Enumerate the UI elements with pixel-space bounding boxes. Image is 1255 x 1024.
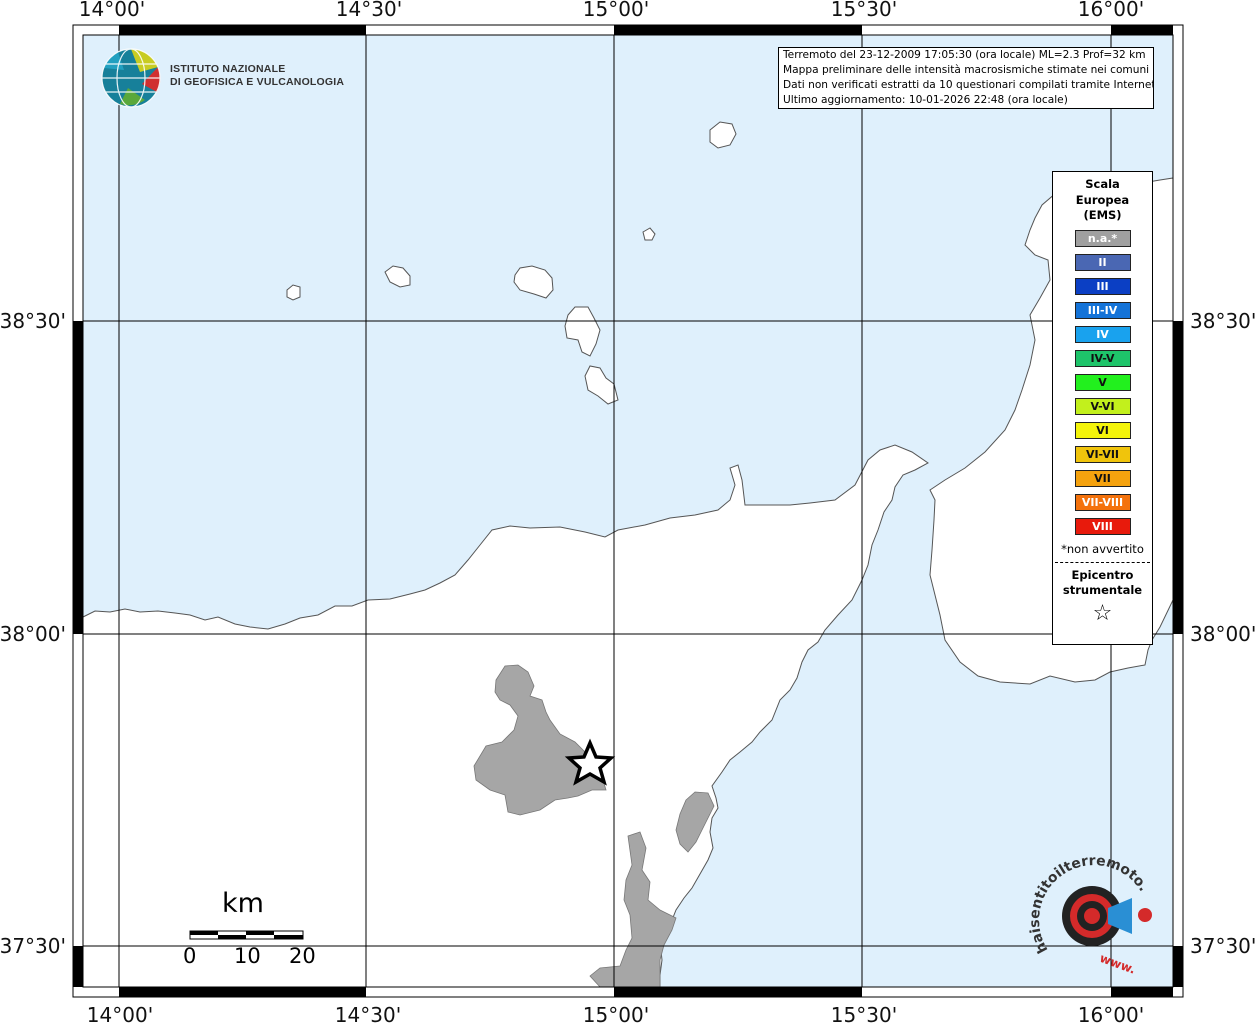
legend-swatch: V bbox=[1074, 373, 1131, 391]
ingv-globe-icon bbox=[101, 48, 161, 108]
scalebar-unit: km bbox=[222, 888, 264, 919]
scalebar-label-20: 20 bbox=[289, 944, 316, 968]
ingv-logo-line1: ISTITUTO NAZIONALE bbox=[170, 63, 286, 75]
tick-bottom-4: 15°30' bbox=[831, 1003, 897, 1024]
legend-epicenter-label: Epicentro strumentale bbox=[1053, 568, 1152, 599]
info-line-1: Terremoto del 23-12-2009 17:05:30 (ora l… bbox=[783, 49, 1146, 61]
top-tick-labels: 14°00' 14°30' 15°00' 15°30' 16°00' bbox=[79, 0, 1144, 21]
legend-swatch: II bbox=[1074, 253, 1131, 271]
tick-right-2: 38°00' bbox=[1190, 622, 1255, 646]
info-line-4: Ultimo aggiornamento: 10-01-2026 22:48 (… bbox=[783, 94, 1068, 106]
legend-swatch: III bbox=[1074, 277, 1131, 295]
legend-swatch: VI bbox=[1074, 421, 1131, 439]
tick-left-1: 38°30' bbox=[0, 309, 66, 333]
right-tick-labels: 38°30' 38°00' 37°30' bbox=[1190, 309, 1255, 958]
legend-swatch: VII bbox=[1074, 469, 1131, 487]
legend-note: *non avvertito bbox=[1061, 541, 1144, 556]
legend-swatch: V-VI bbox=[1074, 397, 1131, 415]
legend-swatch: VIII bbox=[1074, 517, 1131, 535]
tick-bottom-1: 14°00' bbox=[87, 1003, 153, 1024]
left-tick-labels: 38°30' 38°00' 37°30' bbox=[0, 309, 66, 958]
info-line-3: Dati non verificati estratti da 10 quest… bbox=[783, 79, 1154, 91]
tick-top-1: 14°00' bbox=[79, 0, 145, 21]
legend-swatch: n.a.* bbox=[1074, 229, 1131, 247]
info-line-2: Mappa preliminare delle intensità macros… bbox=[783, 64, 1150, 76]
tick-bottom-2: 14°30' bbox=[335, 1003, 401, 1024]
legend-swatch: IV-V bbox=[1074, 349, 1131, 367]
tick-top-5: 16°00' bbox=[1078, 0, 1144, 21]
event-info-box: Terremoto del 23-12-2009 17:05:30 (ora l… bbox=[778, 47, 1154, 109]
legend-swatch: IV bbox=[1074, 325, 1131, 343]
legend-epicenter-line2: strumentale bbox=[1062, 583, 1143, 597]
legend-separator bbox=[1055, 561, 1150, 563]
tick-left-2: 38°00' bbox=[0, 622, 66, 646]
scale-bar bbox=[189, 930, 304, 940]
legend-title-line3: (EMS) bbox=[1083, 208, 1122, 222]
legend-title-line2: Europea bbox=[1075, 192, 1130, 207]
tick-top-4: 15°30' bbox=[831, 0, 897, 21]
legend-swatch: VII-VIII bbox=[1074, 493, 1131, 511]
tick-right-1: 38°30' bbox=[1190, 309, 1255, 333]
ingv-logo-line2: DI GEOFISICA E VULCANOLOGIA bbox=[170, 76, 345, 88]
tick-right-3: 37°30' bbox=[1190, 934, 1255, 958]
legend-star-icon: ☆ bbox=[1092, 600, 1113, 626]
ems-legend: Scala Europea (EMS) n.a.* II III III-IV IV IV… bbox=[1052, 171, 1153, 645]
legend-epicenter-line1: Epicentro bbox=[1071, 567, 1134, 582]
legend-title-line1: Scala bbox=[1085, 177, 1120, 191]
scalebar-label-10: 10 bbox=[234, 944, 261, 968]
tick-top-2: 14°30' bbox=[336, 0, 402, 21]
tick-top-3: 15°00' bbox=[583, 0, 649, 21]
legend-swatch: III-IV bbox=[1074, 301, 1131, 319]
ingv-logo-text: ISTITUTO NAZIONALE DI GEOFISICA E VULCAN… bbox=[170, 63, 344, 89]
bottom-tick-labels: 14°00' 14°30' 15°00' 15°30' 16°00' bbox=[87, 1003, 1144, 1024]
legend-title: Scala Europea (EMS) bbox=[1053, 177, 1152, 224]
scalebar-label-0: 0 bbox=[183, 944, 197, 968]
tick-bottom-3: 15°00' bbox=[583, 1003, 649, 1024]
tick-bottom-5: 16°00' bbox=[1078, 1003, 1144, 1024]
legend-swatch: VI-VII bbox=[1074, 445, 1131, 463]
legend-swatches: n.a.* II III III-IV IV IV-V V V-VI VI VI-VII VII VI… bbox=[1053, 229, 1152, 535]
tick-left-3: 37°30' bbox=[0, 934, 66, 958]
